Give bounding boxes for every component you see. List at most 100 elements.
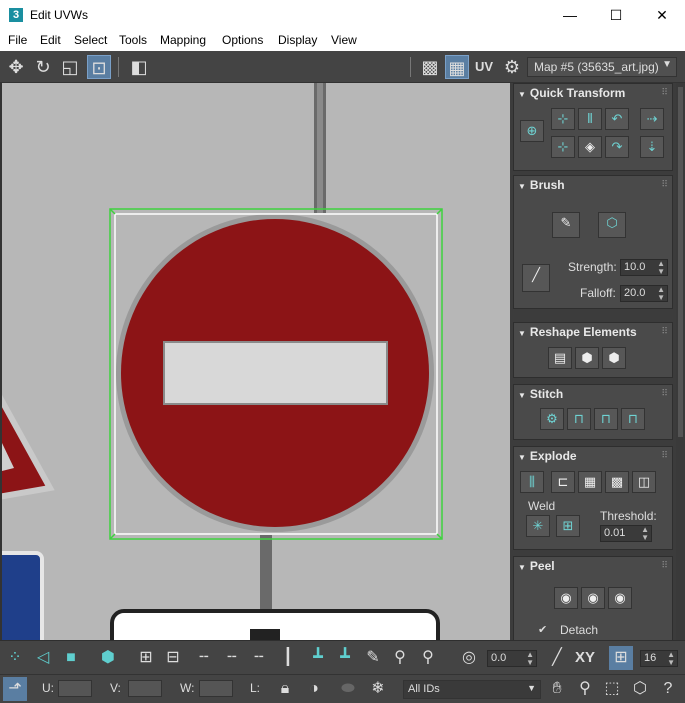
threshold-spinner[interactable]: 0.01 ▲ ▼ (600, 525, 652, 542)
show-map-icon[interactable]: ▦ (445, 55, 469, 79)
rotate-cw-icon[interactable]: ↷ (605, 136, 629, 158)
scale-icon[interactable]: ◱ (58, 55, 82, 79)
menu-display[interactable]: Display (278, 33, 317, 47)
menu-file[interactable]: File (8, 33, 27, 47)
space-vertical-icon[interactable]: ⇣ (640, 136, 664, 158)
peel-header[interactable]: ▼ Peel (518, 559, 555, 573)
zoom-icon[interactable]: ⚲ (573, 677, 597, 701)
menu-mapping[interactable]: Mapping (160, 33, 206, 47)
flatten-by-smoothing-icon[interactable]: ▩ (605, 471, 629, 493)
move-icon[interactable]: ✥ (4, 55, 28, 79)
break-icon[interactable]: ⫼ (520, 471, 544, 493)
freeform-mode-icon[interactable]: ⊡ (87, 55, 111, 79)
paint-grow-icon[interactable]: ⚲ (388, 646, 412, 670)
grid-snap-icon[interactable]: ⊞ (609, 646, 633, 670)
ring-shrink-icon[interactable]: ┻ (306, 646, 330, 670)
straighten-icon[interactable]: ▤ (548, 347, 572, 369)
weld-target-icon[interactable]: ⊞ (556, 515, 580, 537)
grip-icon[interactable]: ⠿ (661, 326, 668, 337)
flatten-by-material-icon[interactable]: ◫ (632, 471, 656, 493)
rotate-ccw-icon[interactable]: ↶ (605, 108, 629, 130)
checker-icon[interactable]: ▩ (418, 55, 442, 79)
brush-falloff-icon[interactable]: ╱ (522, 264, 550, 292)
grip-icon[interactable]: ⠿ (661, 179, 668, 190)
weld-selected-icon[interactable]: ✳ (526, 515, 550, 537)
edge-select-icon[interactable]: ┻ (333, 646, 357, 670)
maximize-button[interactable]: ☐ (593, 0, 639, 31)
rotate-icon[interactable]: ↻ (31, 55, 55, 79)
paint-select-icon[interactable]: ✎ (361, 646, 385, 670)
uv-button[interactable]: UV (472, 55, 496, 79)
reshape-header[interactable]: ▼ Reshape Elements (518, 325, 637, 339)
ids-dropdown[interactable]: All IDs ▼ (403, 680, 541, 699)
loop-grow-icon[interactable]: ╌ (220, 646, 244, 670)
zoom-extents-icon[interactable]: ⬡ (628, 677, 652, 701)
quick-peel-icon[interactable]: ◉ (554, 587, 578, 609)
grid-size-spinner[interactable]: 16 ▲ ▼ (640, 650, 678, 667)
grip-icon[interactable]: ⠿ (661, 87, 668, 98)
v-field[interactable] (128, 680, 162, 697)
stitch-average-icon[interactable]: ⊓ (594, 408, 618, 430)
uv-texture-canvas[interactable] (2, 83, 510, 640)
brush-header[interactable]: ▼ Brush (518, 178, 565, 192)
falloff-line-icon[interactable]: ╱ (545, 646, 569, 670)
ring-grow-icon[interactable]: ┃ (276, 646, 300, 670)
detach-checkbox[interactable]: ✔ (538, 623, 547, 636)
peel-mode-icon[interactable]: ◉ (581, 587, 605, 609)
w-field[interactable] (199, 680, 233, 697)
explode-header[interactable]: ▼ Explode (518, 449, 577, 463)
hide-icon[interactable]: ◑ (302, 677, 326, 701)
paint-move-icon[interactable]: ✎ (552, 212, 580, 238)
reset-peel-icon[interactable]: ◉ (608, 587, 632, 609)
align-vertical-icon[interactable]: ⦀ (578, 108, 602, 130)
ring-selection-icon[interactable]: ╌ (247, 646, 271, 670)
pan-icon[interactable]: ✋︎ (545, 677, 569, 701)
soft-selection-icon[interactable]: ◎ (457, 646, 481, 670)
strength-spinner[interactable]: 10.0 ▲ ▼ (620, 259, 668, 276)
grip-icon[interactable]: ⠿ (661, 450, 668, 461)
align-horizontal-icon[interactable]: ⊹ (551, 108, 575, 130)
align-corner-icon[interactable]: ⊹ (551, 136, 575, 158)
freeze-icon[interactable]: ❄ (366, 677, 390, 701)
paint-shrink-icon[interactable]: ⚲ (416, 646, 440, 670)
zoom-region-icon[interactable]: ⬚ (600, 677, 624, 701)
face-mode-icon[interactable]: ■ (59, 646, 83, 670)
grip-icon[interactable]: ⠿ (661, 388, 668, 399)
relax-settings-icon[interactable]: ⬢ (602, 347, 626, 369)
quick-transform-header[interactable]: ▼ Quick Transform (518, 86, 625, 100)
map-settings-icon[interactable]: ⚙ (500, 55, 524, 79)
loop-selection-icon[interactable]: ╌ (192, 646, 216, 670)
u-field[interactable] (58, 680, 92, 697)
grip-icon[interactable]: ⠿ (661, 560, 668, 571)
show-icon[interactable]: ⬬ (336, 677, 360, 701)
map-dropdown[interactable]: Map #5 (35635_art.jpg) ▼ (527, 57, 677, 77)
lock-icon[interactable]: 🔒︎ (273, 677, 297, 701)
linear-align-icon[interactable]: ◈ (578, 136, 602, 158)
edge-mode-icon[interactable]: ◁ (31, 646, 55, 670)
rotate-amount-spinner[interactable]: 0.0 ▲ ▼ (487, 650, 537, 667)
menu-options[interactable]: Options (222, 33, 263, 47)
element-mode-icon[interactable]: ⬢ (96, 646, 120, 670)
stitch-source-icon[interactable]: ⊓ (621, 408, 645, 430)
minimize-button[interactable]: — (547, 0, 593, 31)
pivot-icon[interactable]: ⊕ (520, 120, 544, 142)
space-horizontal-icon[interactable]: ⇢ (640, 108, 664, 130)
stitch-to-target-icon[interactable]: ⊓ (567, 408, 591, 430)
menu-tools[interactable]: Tools (119, 33, 147, 47)
menu-edit[interactable]: Edit (40, 33, 61, 47)
relax-icon[interactable]: ⬢ (575, 347, 599, 369)
grow-selection-icon[interactable]: ⊞ (134, 646, 158, 670)
scrollbar-thumb[interactable] (678, 87, 683, 437)
xy-button[interactable]: XY (573, 646, 597, 670)
menu-view[interactable]: View (331, 33, 357, 47)
close-button[interactable]: ✕ (639, 0, 685, 31)
falloff-spinner[interactable]: 20.0 ▲ ▼ (620, 285, 668, 302)
stitch-header[interactable]: ▼ Stitch (518, 387, 563, 401)
relax-brush-icon[interactable]: ⬡ (598, 212, 626, 238)
detach-edge-icon[interactable]: ⊏ (551, 471, 575, 493)
stitch-custom-icon[interactable]: ⚙ (540, 408, 564, 430)
absolute-offset-icon[interactable]: ⬏ (3, 677, 27, 701)
flatten-by-polygon-icon[interactable]: ▦ (578, 471, 602, 493)
menu-select[interactable]: Select (74, 33, 107, 47)
panel-scrollbar[interactable] (676, 83, 685, 640)
